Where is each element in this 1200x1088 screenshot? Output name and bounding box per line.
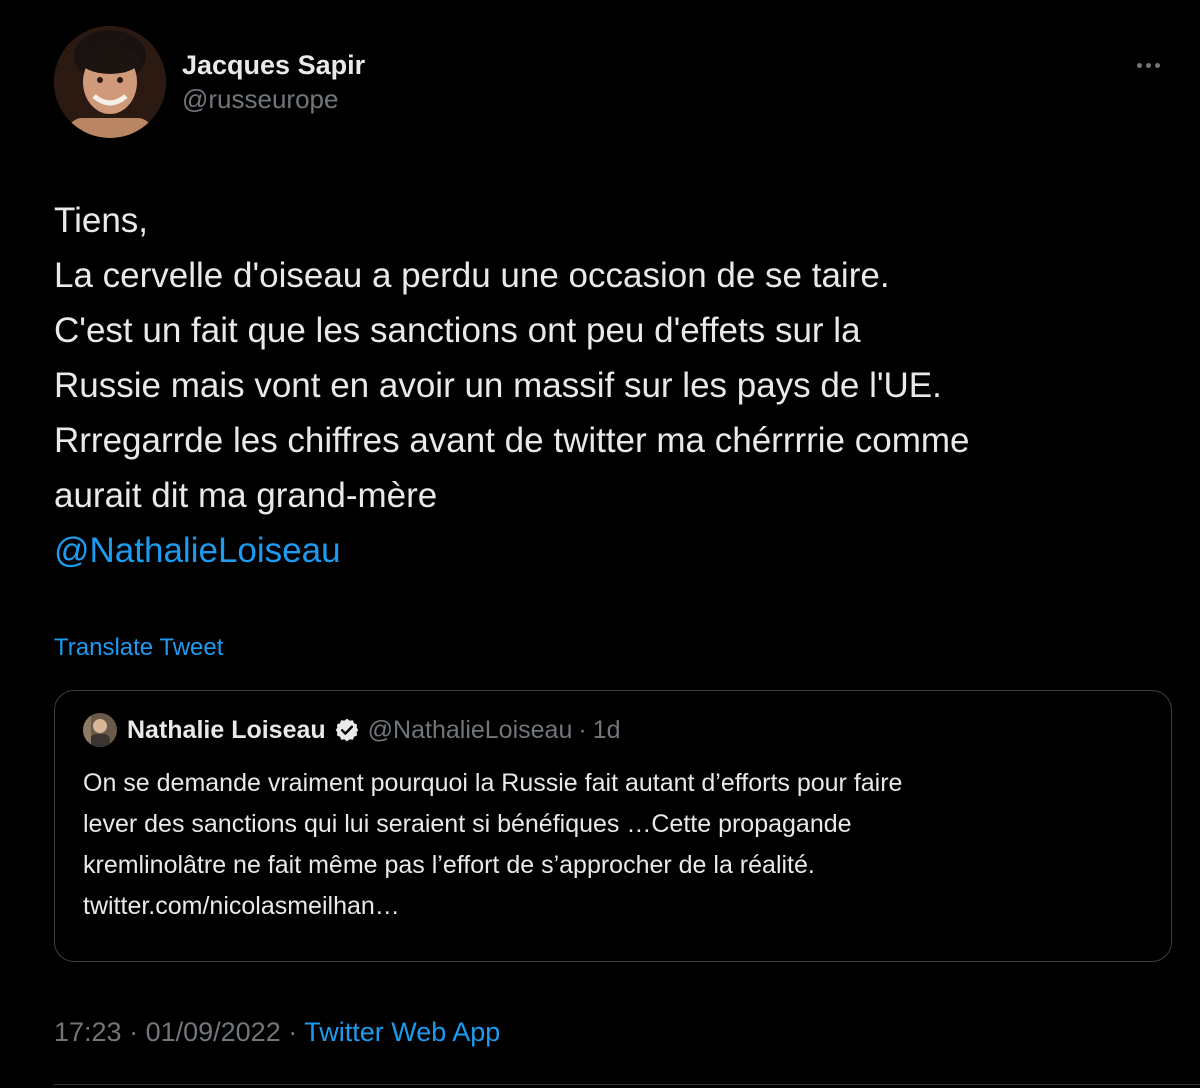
tweet-text: Tiens, La cervelle d'oiseau a perdu une … xyxy=(54,193,1184,578)
author-display-name[interactable]: Jacques Sapir xyxy=(182,48,365,82)
quoted-link[interactable]: twitter.com/nicolasmeilhan… xyxy=(83,886,1143,927)
tweet-text-line: C'est un fait que les sanctions ont peu … xyxy=(54,311,861,350)
quoted-text-line: On se demande vraiment pourquoi la Russi… xyxy=(83,769,903,797)
mention-link[interactable]: @NathalieLoiseau xyxy=(54,523,1184,578)
tweet-header: Jacques Sapir @russeurope xyxy=(54,26,1174,142)
quoted-author-avatar xyxy=(83,713,117,747)
tweet-text-line: Tiens, xyxy=(54,201,149,240)
tweet-text-line: La cervelle d'oiseau a perdu une occasio… xyxy=(54,256,890,295)
quoted-tweet-card[interactable]: Nathalie Loiseau @NathalieLoiseau · 1d O… xyxy=(54,690,1172,962)
quoted-author-name: Nathalie Loiseau xyxy=(127,715,326,744)
translate-tweet-link[interactable]: Translate Tweet xyxy=(54,634,223,662)
quoted-tweet-header: Nathalie Loiseau @NathalieLoiseau · 1d xyxy=(83,713,621,747)
quoted-tweet-time: 1d xyxy=(592,715,621,744)
tweet-source-link[interactable]: Twitter Web App xyxy=(304,1017,500,1047)
quoted-tweet-text: On se demande vraiment pourquoi la Russi… xyxy=(83,763,1143,927)
tweet-detail: Jacques Sapir @russeurope Tiens, La cerv… xyxy=(0,0,1200,1088)
quoted-author-handle: @NathalieLoiseau xyxy=(367,715,573,744)
verified-badge-icon xyxy=(334,717,360,743)
author-info: Jacques Sapir @russeurope xyxy=(182,48,365,116)
meta-separator: · xyxy=(280,1017,305,1047)
tweet-text-line: Rrregarrde les chiffres avant de twitter… xyxy=(54,421,970,460)
author-avatar[interactable] xyxy=(54,26,166,138)
tweet-date[interactable]: 01/09/2022 xyxy=(146,1017,281,1047)
tweet-text-line: aurait dit ma grand-mère xyxy=(54,476,438,515)
quoted-text-line: lever des sanctions qui lui seraient si … xyxy=(83,810,852,838)
meta-separator: · xyxy=(121,1017,146,1047)
quoted-text-line: kremlinolâtre ne fait même pas l’effort … xyxy=(83,851,815,879)
tweet-text-line: Russie mais vont en avoir un massif sur … xyxy=(54,366,942,405)
separator-dot: · xyxy=(578,715,587,744)
author-handle[interactable]: @russeurope xyxy=(182,82,365,116)
tweet-time[interactable]: 17:23 xyxy=(54,1017,122,1047)
divider xyxy=(54,1084,1200,1085)
more-dots-icon[interactable] xyxy=(1128,50,1168,80)
tweet-meta: 17:23 · 01/09/2022 · Twitter Web App xyxy=(54,1012,500,1052)
